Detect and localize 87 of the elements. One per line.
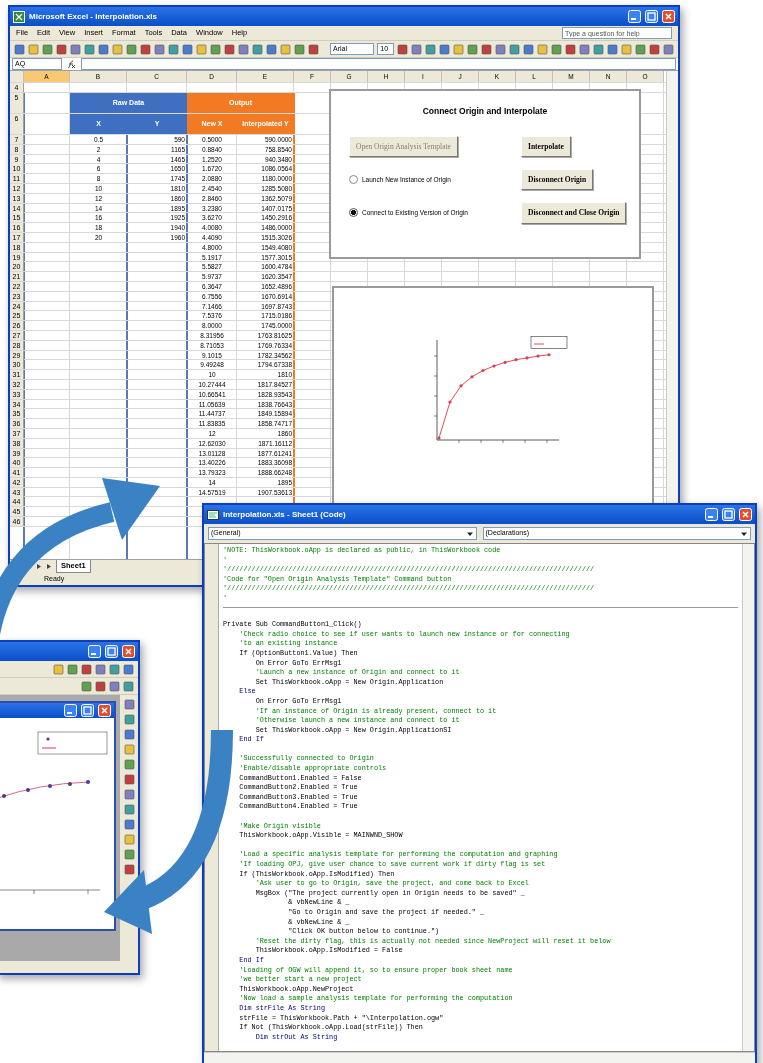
toolbar-icon[interactable]	[84, 43, 95, 55]
horizontal-scrollbar[interactable]	[204, 1052, 755, 1063]
toolbar-icon[interactable]	[196, 43, 207, 55]
toolbar-icon[interactable]	[439, 43, 450, 55]
maximize-icon[interactable]	[81, 704, 94, 717]
form-title: Connect Origin and Interpolate	[421, 105, 549, 118]
toolbar-icon[interactable]	[238, 43, 249, 55]
minimize-icon[interactable]	[88, 645, 101, 658]
toolbar-icon[interactable]	[280, 43, 291, 55]
toolbar-icon[interactable]	[123, 834, 135, 845]
toolbar-icon[interactable]	[123, 714, 135, 725]
toolbar-icon[interactable]	[453, 43, 464, 55]
toolbar-icon[interactable]	[551, 43, 562, 55]
toolbar-icon[interactable]	[266, 43, 277, 55]
toolbar-icon[interactable]	[168, 43, 179, 55]
toolbar-icon[interactable]	[123, 789, 135, 800]
close-icon[interactable]	[98, 704, 111, 717]
toolbar-icon[interactable]	[53, 663, 64, 675]
toolbar-icon[interactable]	[411, 43, 422, 55]
toolbar-icon[interactable]	[294, 43, 305, 55]
toolbar-icon[interactable]	[481, 43, 492, 55]
minimize-icon[interactable]	[628, 10, 641, 23]
toolbar-icon[interactable]	[467, 43, 478, 55]
toolbar-icon[interactable]	[28, 43, 39, 55]
minimize-icon[interactable]	[64, 704, 77, 717]
toolbar-icon[interactable]	[649, 43, 660, 55]
toolbar-icon[interactable]	[523, 43, 534, 55]
toolbar-icon[interactable]	[607, 43, 618, 55]
toolbar-icon[interactable]	[123, 849, 135, 860]
toolbar-icon[interactable]	[109, 663, 120, 675]
toolbar-icon[interactable]	[123, 680, 134, 692]
toolbar-icon[interactable]	[123, 774, 135, 785]
toolbar-icon[interactable]	[565, 43, 576, 55]
toolbar-icon[interactable]	[81, 663, 92, 675]
app-icon	[13, 10, 25, 23]
vertical-scrollbar[interactable]	[742, 544, 754, 1051]
toolbar-icon[interactable]	[635, 43, 646, 55]
radio-button[interactable]	[349, 208, 358, 218]
toolbar-icon[interactable]	[98, 43, 109, 55]
toolbar-icon[interactable]	[123, 759, 135, 770]
toolbar-icon[interactable]	[224, 43, 235, 55]
toolbar-icon[interactable]	[70, 43, 81, 55]
function-icon[interactable]	[66, 58, 77, 70]
toolbar-icon[interactable]	[126, 43, 137, 55]
close-icon[interactable]	[122, 645, 135, 658]
toolbar-icon[interactable]	[210, 43, 221, 55]
window-title: Interpolation.xls - Sheet1 (Code)	[223, 508, 347, 521]
minimize-icon[interactable]	[705, 508, 718, 521]
toolbar-icon[interactable]	[56, 43, 67, 55]
toolbar-icon[interactable]	[397, 43, 408, 55]
toolbar-icon[interactable]	[509, 43, 520, 55]
maximize-icon[interactable]	[105, 645, 118, 658]
toolbar-icon[interactable]	[95, 663, 106, 675]
toolbar-icon[interactable]	[140, 43, 151, 55]
toolbar-icon[interactable]	[123, 729, 135, 740]
radio-button[interactable]	[349, 175, 358, 185]
toolbar-icon[interactable]	[593, 43, 604, 55]
toolbar-icon[interactable]	[308, 43, 319, 55]
toolbar-icon[interactable]	[14, 43, 25, 55]
close-icon[interactable]	[739, 508, 752, 521]
toolbar-icon[interactable]	[252, 43, 263, 55]
toolbar-icon[interactable]	[123, 804, 135, 815]
toolbar-icon[interactable]	[621, 43, 632, 55]
toolbar-icon[interactable]	[123, 744, 135, 755]
formula-field[interactable]	[81, 58, 676, 70]
toolbar-icon[interactable]	[81, 680, 92, 692]
toolbar-icon[interactable]	[425, 43, 436, 55]
toolbar-icon[interactable]	[42, 43, 53, 55]
toolbar-icon[interactable]	[123, 663, 134, 675]
toolbar-icon[interactable]	[182, 43, 193, 55]
toolbar-icon[interactable]	[123, 699, 135, 710]
toolbar-icon[interactable]	[67, 663, 78, 675]
window-title: Microsoft Excel - Interpolation.xls	[29, 10, 159, 23]
toolbar-icon[interactable]	[154, 43, 165, 55]
toolbar-icon[interactable]	[109, 680, 120, 692]
toolbar-icon[interactable]	[495, 43, 506, 55]
maximize-icon[interactable]	[645, 10, 658, 23]
toolbar-icon[interactable]	[112, 43, 123, 55]
maximize-icon[interactable]	[722, 508, 735, 521]
toolbar-icon[interactable]	[663, 43, 674, 55]
toolbar-icon[interactable]	[95, 680, 106, 692]
toolbar-icon[interactable]	[123, 864, 135, 875]
toolbar-icon[interactable]	[123, 819, 135, 830]
toolbar-icon[interactable]	[537, 43, 548, 55]
close-icon[interactable]	[662, 10, 675, 23]
code-icon	[207, 508, 219, 521]
toolbar-icon[interactable]	[579, 43, 590, 55]
